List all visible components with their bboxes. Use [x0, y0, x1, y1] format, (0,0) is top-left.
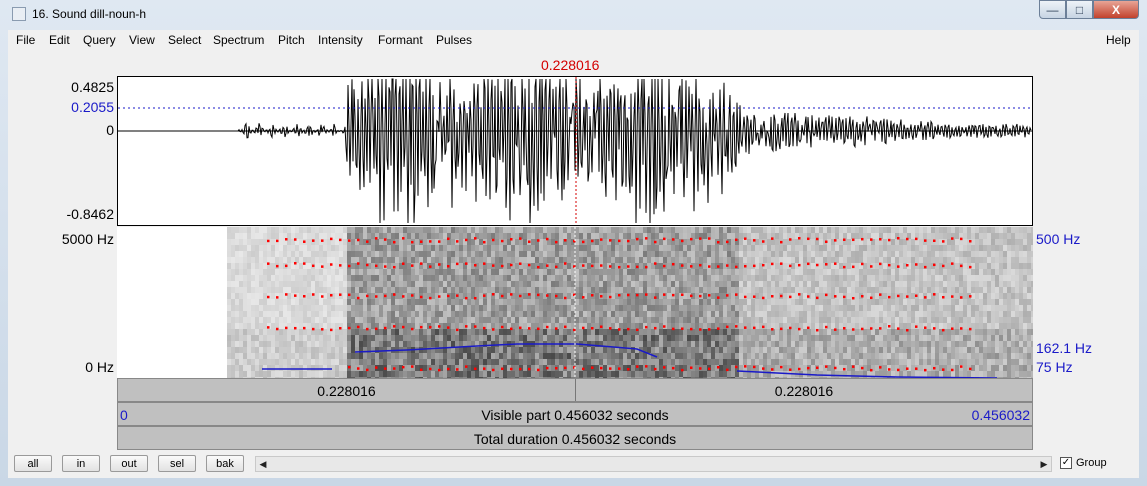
pitch-axis-cursor: 162.1 Hz — [1036, 340, 1093, 356]
waveform-y-min: -0.8462 — [66, 206, 114, 222]
zoom-back-button[interactable]: bak — [206, 455, 244, 472]
praat-sound-window: 16. Sound dill-noun-h — □ X File Edit Qu… — [0, 0, 1147, 486]
menu-pulses[interactable]: Pulses — [436, 33, 472, 47]
menu-edit[interactable]: Edit — [49, 33, 70, 47]
visible-part-bar[interactable]: 0 Visible part 0.456032 seconds 0.456032 — [117, 402, 1033, 426]
visible-end-time: 0.456032 — [971, 407, 1030, 423]
menu-select[interactable]: Select — [168, 33, 201, 47]
waveform-y-max: 0.4825 — [71, 79, 114, 95]
visible-part-label: Visible part 0.456032 seconds — [481, 407, 669, 423]
spectrogram-shading — [227, 227, 1033, 378]
minimize-button[interactable]: — — [1039, 0, 1066, 19]
window-title: 16. Sound dill-noun-h — [32, 7, 147, 21]
title-bar: 16. Sound dill-noun-h — □ X — [0, 0, 1147, 28]
scroll-right-icon[interactable]: ▶ — [1037, 457, 1051, 471]
scroll-left-icon[interactable]: ◀ — [256, 457, 270, 471]
menu-query[interactable]: Query — [83, 33, 116, 47]
menu-bar: File Edit Query View Select Spectrum Pit… — [8, 30, 1139, 50]
pitch-axis-max: 500 Hz — [1036, 231, 1081, 247]
group-label: Group — [1076, 457, 1107, 469]
menu-intensity[interactable]: Intensity — [318, 33, 363, 47]
maximize-button[interactable]: □ — [1066, 0, 1093, 19]
zoom-out-button[interactable]: out — [110, 455, 148, 472]
right-segment-duration[interactable]: 0.228016 — [576, 383, 1032, 399]
zoom-all-button[interactable]: all — [14, 455, 52, 472]
waveform-y-cursor: 0.2055 — [71, 99, 114, 115]
cursor-time-readout: 0.228016 — [541, 57, 600, 73]
zoom-selection-button[interactable]: sel — [158, 455, 196, 472]
waveform-plot — [118, 77, 1032, 225]
spectrogram-plot — [227, 227, 1033, 378]
window-app-icon — [12, 7, 26, 21]
menu-view[interactable]: View — [129, 33, 155, 47]
menu-spectrum[interactable]: Spectrum — [213, 33, 264, 47]
left-segment-duration[interactable]: 0.228016 — [118, 383, 575, 399]
menu-formant[interactable]: Formant — [378, 33, 423, 47]
time-scrollbar[interactable]: ◀ ▶ — [255, 456, 1052, 472]
menu-help[interactable]: Help — [1106, 33, 1131, 47]
pitch-axis-min: 75 Hz — [1036, 359, 1073, 375]
menu-pitch[interactable]: Pitch — [278, 33, 305, 47]
selection-time-bar[interactable]: 0.228016 0.228016 — [117, 378, 1033, 402]
total-duration-bar[interactable]: Total duration 0.456032 seconds — [117, 426, 1033, 450]
waveform-y-zero: 0 — [106, 122, 114, 138]
waveform-panel[interactable] — [117, 76, 1033, 226]
bottom-toolbar: all in out sel bak ◀ ▶ ✓ Group — [8, 450, 1139, 478]
zoom-in-button[interactable]: in — [62, 455, 100, 472]
spectrogram-freq-max: 5000 Hz — [61, 231, 114, 247]
spectrogram-panel[interactable] — [117, 227, 1033, 378]
window-controls: — □ X — [1039, 0, 1139, 19]
close-button[interactable]: X — [1093, 0, 1139, 19]
group-checkbox[interactable]: ✓ — [1060, 457, 1072, 469]
waveform-trace — [118, 78, 1032, 224]
total-duration-label: Total duration 0.456032 seconds — [473, 431, 677, 447]
menu-file[interactable]: File — [16, 33, 35, 47]
spectrogram-freq-min: 0 Hz — [85, 359, 114, 375]
